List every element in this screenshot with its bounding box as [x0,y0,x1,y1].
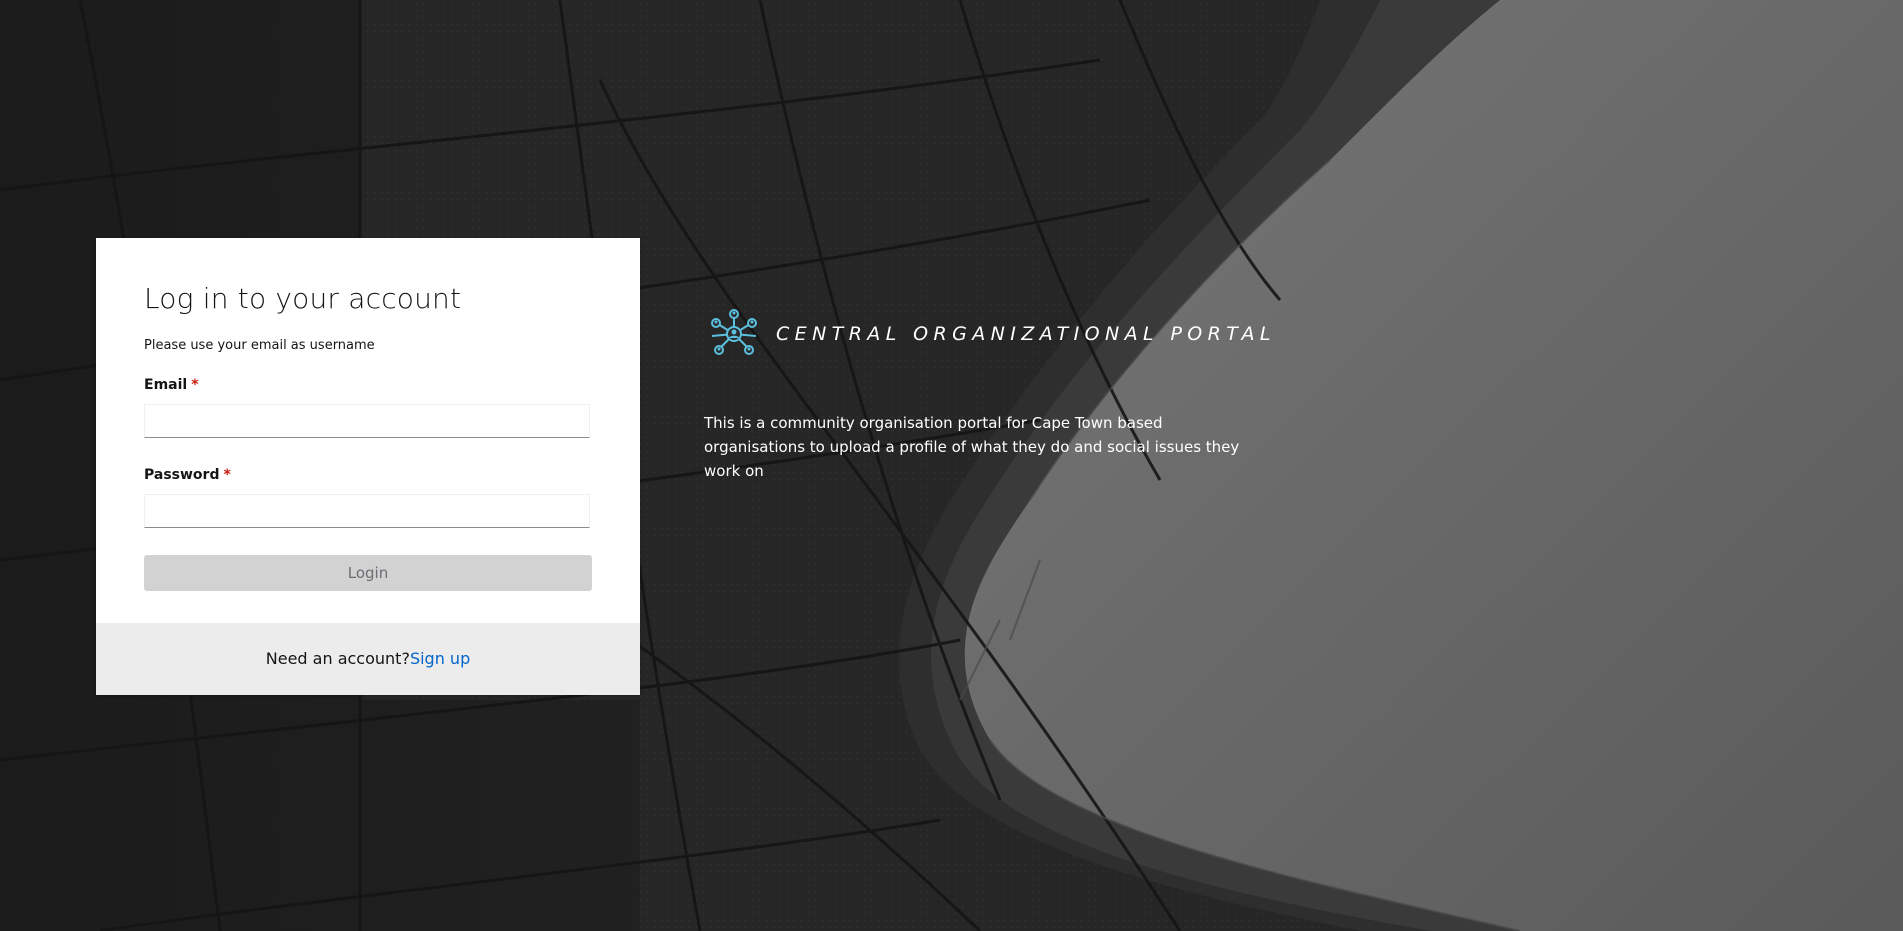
brand-name: CENTRAL ORGANIZATIONAL PORTAL [776,323,1276,345]
email-label-text: Email [144,377,188,393]
brand: CENTRAL ORGANIZATIONAL PORTAL [708,308,1276,360]
email-required-marker: * [191,377,199,393]
password-required-marker: * [223,467,231,483]
portal-description: This is a community organisation portal … [704,414,1240,480]
password-label-text: Password [144,467,220,483]
login-button[interactable]: Login [144,555,592,591]
email-label: Email * [144,377,199,393]
login-form: Log in to your account Please use your e… [96,238,640,623]
email-input[interactable] [144,404,590,438]
login-title: Log in to your account [144,282,462,315]
login-page: Log in to your account Please use your e… [0,0,1903,931]
network-people-icon [711,309,757,355]
login-subtitle: Please use your email as username [144,338,375,353]
login-footer: Need an account?Sign up [96,623,640,695]
password-input[interactable] [144,494,590,528]
signup-link[interactable]: Sign up [410,649,470,668]
login-card: Log in to your account Please use your e… [96,238,640,695]
password-label: Password * [144,467,231,483]
signup-prompt: Need an account? [265,649,410,668]
